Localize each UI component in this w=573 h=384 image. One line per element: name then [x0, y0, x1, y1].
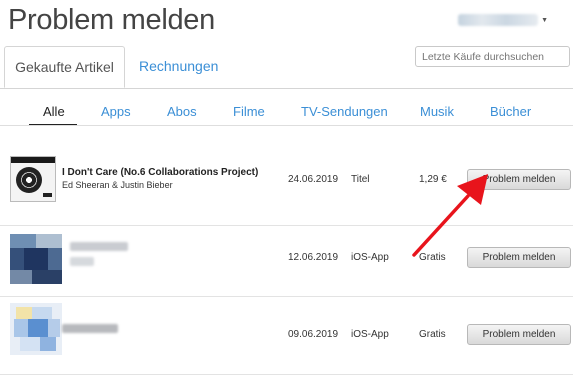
item-subtitle-blurred — [70, 257, 94, 266]
chevron-down-icon: ▼ — [541, 16, 548, 24]
purchase-date: 09.06.2019 — [288, 329, 339, 340]
account-menu[interactable]: ▼ — [458, 14, 548, 26]
row-divider — [0, 374, 573, 375]
filter-books[interactable]: Bücher — [490, 104, 531, 119]
report-problem-button[interactable]: Problem melden — [467, 169, 571, 190]
purchase-date: 12.06.2019 — [288, 252, 339, 263]
filter-music[interactable]: Musik — [420, 104, 454, 119]
purchase-row: 12.06.2019 iOS-App Gratis Problem melden — [0, 226, 573, 296]
filter-tv-shows[interactable]: TV-Sendungen — [301, 104, 388, 119]
filter-subscriptions[interactable]: Abos — [167, 104, 197, 119]
item-price: Gratis — [419, 329, 446, 340]
report-problem-button[interactable]: Problem melden — [467, 324, 571, 345]
item-artist: Ed Sheeran & Justin Bieber — [62, 180, 173, 190]
app-icon-blurred — [10, 303, 62, 355]
app-icon-blurred — [10, 234, 62, 284]
item-title-blurred — [70, 242, 128, 251]
account-name-blurred — [458, 14, 539, 26]
item-price: 1,29 € — [419, 174, 447, 185]
report-problem-button[interactable]: Problem melden — [467, 247, 571, 268]
purchase-row: 09.06.2019 iOS-App Gratis Problem melden — [0, 297, 573, 384]
item-price: Gratis — [419, 252, 446, 263]
item-title-blurred — [62, 324, 118, 333]
search-input[interactable] — [415, 46, 570, 67]
tab-invoices[interactable]: Rechnungen — [129, 46, 228, 87]
item-type: iOS-App — [351, 252, 389, 263]
filter-movies[interactable]: Filme — [233, 104, 265, 119]
page-title: Problem melden — [8, 4, 215, 36]
album-artwork — [10, 156, 56, 202]
filter-all[interactable]: Alle — [43, 104, 65, 119]
purchase-row: I Don't Care (No.6 Collaborations Projec… — [0, 126, 573, 225]
category-filter-bar: Alle Apps Abos Filme TV-Sendungen Musik … — [0, 104, 573, 126]
item-type: Titel — [351, 174, 370, 185]
item-title: I Don't Care (No.6 Collaborations Projec… — [62, 167, 259, 178]
tab-purchased-items[interactable]: Gekaufte Artikel — [4, 46, 125, 88]
item-type: iOS-App — [351, 329, 389, 340]
filter-apps[interactable]: Apps — [101, 104, 131, 119]
purchase-date: 24.06.2019 — [288, 174, 339, 185]
